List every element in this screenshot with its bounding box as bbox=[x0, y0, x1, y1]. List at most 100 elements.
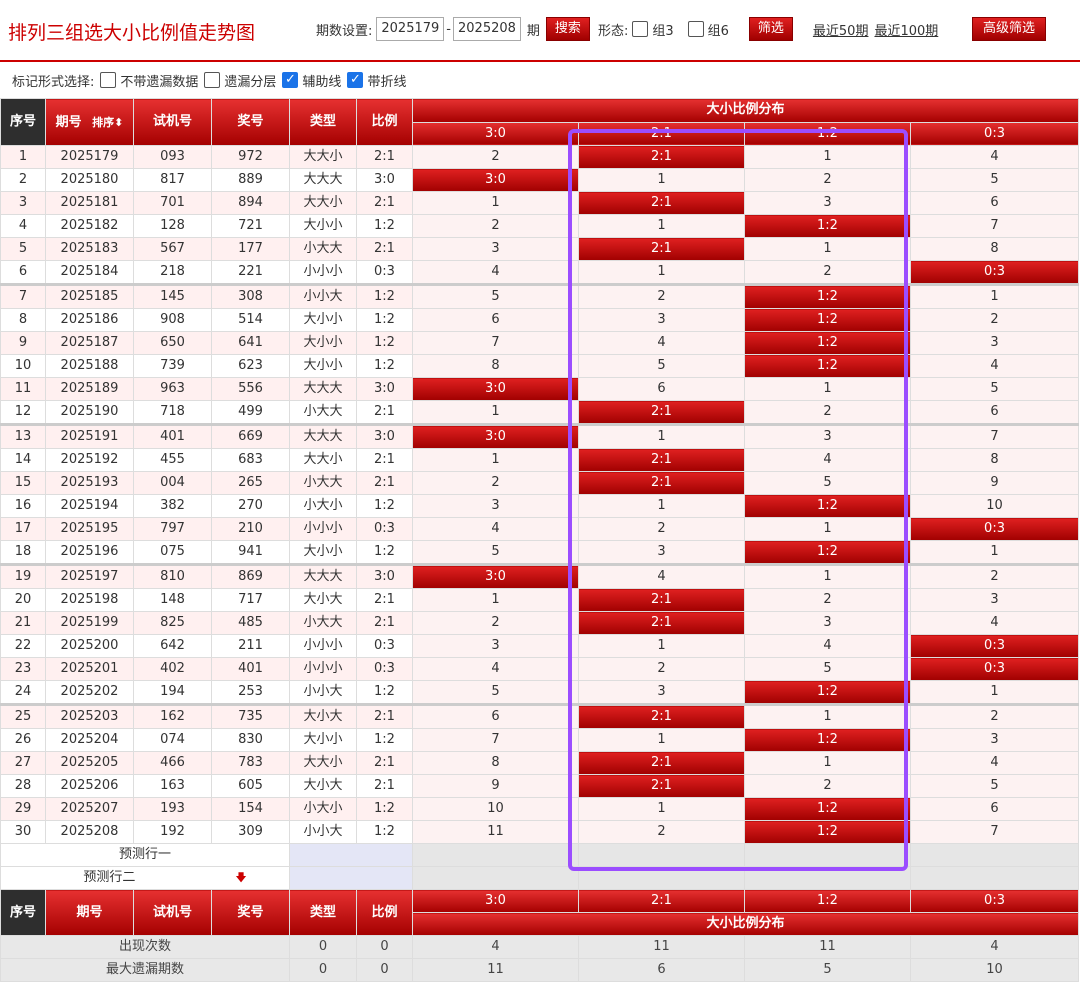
group3-label: 组3 bbox=[652, 23, 674, 39]
sort-label: 排序 bbox=[92, 115, 115, 129]
page-title: 排列三组选大小比例值走势图 bbox=[8, 22, 256, 44]
cell-ratio: 0:3 bbox=[356, 260, 413, 285]
opt-aux-line-checkbox[interactable]: ✓ bbox=[282, 72, 299, 88]
cell-ratio: 2:1 bbox=[356, 191, 413, 215]
filter-button[interactable]: 筛选 bbox=[748, 17, 793, 41]
dist-miss-cell: 4 bbox=[744, 634, 911, 658]
dist-miss-cell: 7 bbox=[909, 820, 1080, 844]
opt-polyline[interactable]: ✓ 带折线 bbox=[347, 71, 406, 90]
cell-trial: 466 bbox=[133, 751, 212, 775]
dist-miss-cell: 1 bbox=[578, 634, 745, 658]
cell-seq: 25 bbox=[0, 703, 46, 729]
period-dash: - bbox=[446, 21, 451, 37]
predict-cell[interactable] bbox=[744, 866, 911, 890]
opt-miss-layer-checkbox[interactable] bbox=[204, 72, 221, 88]
group6-checkbox[interactable] bbox=[687, 21, 704, 37]
dist-hit-cell: 2:1 bbox=[578, 703, 745, 729]
dist-miss-cell: 1 bbox=[909, 283, 1080, 309]
cell-issue: 2025186 bbox=[45, 308, 134, 332]
arrow-down-icon[interactable]: 🡇 bbox=[235, 871, 246, 884]
dist-miss-cell: 1 bbox=[744, 377, 911, 401]
opt-polyline-checkbox[interactable]: ✓ bbox=[347, 72, 364, 88]
period-to-input[interactable]: 2025208 bbox=[453, 17, 521, 41]
dist-hit-cell: 0:3 bbox=[909, 634, 1080, 658]
cell-trial: 075 bbox=[133, 540, 212, 565]
dist-miss-cell: 3 bbox=[412, 237, 579, 261]
th-ratio-col: 0:3 bbox=[909, 121, 1080, 146]
cell-issue: 2025184 bbox=[45, 260, 134, 285]
table-row: 11 2025189 963 556 大大大 3:0 3:0 6 1 5 bbox=[0, 377, 1080, 401]
opt-no-miss-label: 不带遗漏数据 bbox=[120, 74, 199, 90]
cell-type: 小小大 bbox=[289, 680, 357, 705]
predict-cell[interactable] bbox=[412, 843, 579, 867]
predict-cell[interactable] bbox=[909, 866, 1080, 890]
dist-miss-cell: 4 bbox=[578, 563, 745, 589]
predict-cell[interactable] bbox=[578, 866, 745, 890]
cell-ratio: 1:2 bbox=[356, 331, 413, 355]
dist-miss-cell: 2 bbox=[412, 214, 579, 238]
stat-row: 最大遗漏期数 0 0 11 6 5 10 bbox=[0, 958, 1080, 982]
dist-miss-cell: 1 bbox=[744, 703, 911, 729]
cell-prize: 177 bbox=[211, 237, 290, 261]
dist-hit-cell: 2:1 bbox=[578, 191, 745, 215]
predict-label-2-text: 预测行二 bbox=[83, 870, 136, 885]
recent-100-link[interactable]: 最近100期 bbox=[874, 20, 938, 39]
cell-type: 小小大 bbox=[289, 820, 357, 844]
tf-ratio-col: 1:2 bbox=[744, 889, 911, 913]
table-row: 7 2025185 145 308 小小大 1:2 5 2 1:2 1 bbox=[0, 283, 1080, 309]
stat-value: 11 bbox=[744, 935, 911, 959]
cell-trial: 074 bbox=[133, 728, 212, 752]
sort-control[interactable]: 排序⬍ bbox=[92, 116, 123, 129]
predict-cell[interactable] bbox=[744, 843, 911, 867]
dist-miss-cell: 1 bbox=[744, 145, 911, 169]
tf-ratio-col: 2:1 bbox=[578, 889, 745, 913]
predict-cell[interactable] bbox=[909, 843, 1080, 867]
cell-ratio: 0:3 bbox=[356, 517, 413, 541]
dist-miss-cell: 10 bbox=[412, 797, 579, 821]
cell-prize: 401 bbox=[211, 657, 290, 681]
dist-miss-cell: 4 bbox=[909, 751, 1080, 775]
period-from-input[interactable]: 2025179 bbox=[376, 17, 445, 41]
cell-seq: 1 bbox=[0, 145, 46, 169]
cell-ratio: 2:1 bbox=[356, 751, 413, 775]
cell-ratio: 0:3 bbox=[356, 657, 413, 681]
opt-aux-line[interactable]: ✓ 辅助线 bbox=[282, 71, 341, 90]
stat-ratio: 0 bbox=[356, 958, 413, 982]
table-row: 17 2025195 797 210 小小小 0:3 4 2 1 0:3 bbox=[0, 517, 1080, 541]
advanced-filter-button[interactable]: 高级筛选 bbox=[972, 17, 1047, 41]
dist-miss-cell: 1 bbox=[578, 168, 745, 192]
cell-issue: 2025199 bbox=[45, 611, 134, 635]
dist-hit-cell: 2:1 bbox=[578, 471, 745, 495]
opt-no-miss-checkbox[interactable] bbox=[100, 72, 117, 88]
cell-seq: 14 bbox=[0, 448, 46, 472]
opt-miss-layer[interactable]: 遗漏分层 bbox=[204, 71, 276, 90]
group3-checkbox[interactable] bbox=[632, 21, 649, 37]
recent-50-link[interactable]: 最近50期 bbox=[813, 20, 869, 39]
dist-miss-cell: 1 bbox=[578, 260, 745, 285]
cell-type: 大小大 bbox=[289, 703, 357, 729]
cell-prize: 869 bbox=[211, 563, 290, 589]
sort-arrows-icon[interactable]: ⬍ bbox=[114, 116, 123, 129]
predict-cell[interactable] bbox=[412, 866, 579, 890]
cell-issue: 2025207 bbox=[45, 797, 134, 821]
search-button[interactable]: 搜索 bbox=[545, 17, 590, 41]
cell-trial: 701 bbox=[133, 191, 212, 215]
predict-cell[interactable] bbox=[289, 866, 413, 890]
stat-value: 11 bbox=[412, 958, 579, 982]
dist-miss-cell: 6 bbox=[412, 703, 579, 729]
cell-trial: 148 bbox=[133, 588, 212, 612]
cell-ratio: 1:2 bbox=[356, 214, 413, 238]
dist-hit-cell: 1:2 bbox=[744, 680, 911, 705]
cell-trial: 810 bbox=[133, 563, 212, 589]
th-group: 大小比例分布 bbox=[411, 98, 1080, 123]
table-row: 21 2025199 825 485 小大大 2:1 2 2:1 3 4 bbox=[0, 611, 1080, 635]
predict-cell[interactable] bbox=[578, 843, 745, 867]
cell-seq: 3 bbox=[0, 191, 46, 215]
dist-miss-cell: 6 bbox=[578, 377, 745, 401]
predict-cell[interactable] bbox=[289, 843, 413, 867]
opt-no-miss[interactable]: 不带遗漏数据 bbox=[100, 71, 198, 90]
dist-miss-cell: 3 bbox=[578, 680, 745, 705]
dist-hit-cell: 0:3 bbox=[909, 657, 1080, 681]
dist-miss-cell: 4 bbox=[909, 145, 1080, 169]
cell-issue: 2025196 bbox=[45, 540, 134, 565]
